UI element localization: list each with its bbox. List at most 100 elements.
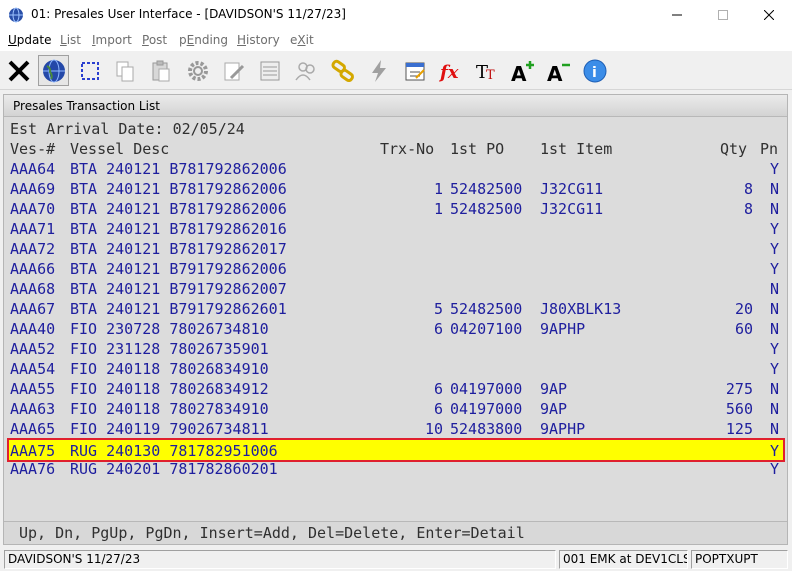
cell-ves: AAA76 — [10, 460, 56, 478]
panel-header: Presales Transaction List — [4, 95, 787, 117]
table-row[interactable]: AAA67 BTA 240121 B791792862601 5 52482500 J8… — [4, 299, 787, 319]
cell-ves: AAA52 — [10, 340, 56, 358]
menu-exit[interactable]: eXit — [290, 33, 314, 47]
calendar-button[interactable] — [399, 55, 430, 86]
select-rect-button[interactable] — [74, 55, 105, 86]
lightning-icon — [371, 59, 386, 82]
cell-desc: FIO 240118 78026834910 — [70, 360, 269, 378]
menu-list[interactable]: List — [60, 33, 81, 47]
cell-po: 52482500 — [450, 180, 523, 198]
table-row[interactable]: AAA66 BTA 240121 B791792862006 Y — [4, 259, 787, 279]
arrival-date-value: 02/05/24 — [172, 120, 245, 138]
table-row[interactable]: AAA55 FIO 240118 78026834912 6 04197000 9AP 2… — [4, 379, 787, 399]
table-row[interactable]: AAA68 BTA 240121 B791792862007 N — [4, 279, 787, 299]
cell-pn: Y — [770, 340, 780, 358]
link-button[interactable] — [327, 55, 358, 86]
font-shrink-icon: A — [547, 62, 570, 84]
help-button[interactable]: i — [579, 55, 610, 86]
cell-ves: AAA75 — [10, 442, 56, 460]
key-hint-bar: Up, Dn, PgUp, PgDn, Insert=Add, Del=Dele… — [4, 521, 787, 544]
cell-trx: 6 — [433, 400, 443, 418]
cell-desc: FIO 231128 78026735901 — [70, 340, 269, 358]
cell-item: 9AP — [540, 380, 568, 398]
cell-item: J80XBLK13 — [540, 300, 622, 318]
arrival-date-label: Est Arrival Date: — [10, 120, 164, 138]
table-row[interactable]: AAA52 FIO 231128 78026735901 Y — [4, 339, 787, 359]
cell-desc: BTA 240121 B781792862006 — [70, 160, 287, 178]
cell-qty: 275 — [725, 380, 753, 398]
table-row[interactable]: AAA69 BTA 240121 B781792862006 1 52482500 J3… — [4, 179, 787, 199]
cell-desc: BTA 240121 B791792862006 — [70, 260, 287, 278]
font-grow-button[interactable]: A — [507, 55, 538, 86]
cell-pn: Y — [770, 260, 780, 278]
cell-ves: AAA64 — [10, 160, 56, 178]
cell-ves: AAA68 — [10, 280, 56, 298]
svg-text:A: A — [547, 62, 563, 84]
table-row[interactable]: AAA72 BTA 240121 B781792862017 Y — [4, 239, 787, 259]
list-button[interactable] — [254, 55, 285, 86]
globe-button[interactable] — [38, 55, 69, 86]
maximize-icon — [718, 10, 728, 20]
panel-title: Presales Transaction List — [13, 99, 160, 113]
svg-text:A: A — [511, 62, 527, 84]
table-row[interactable]: AAA65 FIO 240119 79026734811 10 52483800 9AP… — [4, 419, 787, 439]
font-size-icon: TT — [476, 62, 495, 83]
cell-ves: AAA71 — [10, 220, 56, 238]
tools-icon — [8, 60, 29, 81]
app-globe-icon — [9, 7, 23, 23]
font-shrink-button[interactable]: A — [543, 55, 574, 86]
cell-ves: AAA63 — [10, 400, 56, 418]
menu-update[interactable]: Update — [8, 33, 51, 47]
cell-qty: 8 — [743, 180, 753, 198]
cell-pn: N — [770, 200, 780, 218]
cell-item: J32CG11 — [540, 180, 604, 198]
copy-button[interactable] — [109, 55, 140, 86]
cell-item: 9APHP — [540, 320, 586, 338]
function-icon: fx — [438, 62, 459, 83]
table-row[interactable]: AAA54 FIO 240118 78026834910 Y — [4, 359, 787, 379]
status-bar: DAVIDSON'S 11/27/23 001 EMK at DEV1CLS P… — [0, 548, 792, 571]
table-row[interactable]: AAA76 RUG 240201 781782860201 Y — [4, 459, 787, 479]
title-bar: 01: Presales User Interface - [DAVIDSON'… — [0, 0, 792, 30]
cell-qty: 560 — [725, 400, 753, 418]
menu-history[interactable]: History — [237, 33, 280, 47]
col-header-qty: Qty — [720, 140, 748, 158]
cell-pn: Y — [770, 360, 780, 378]
cell-pn: N — [770, 400, 780, 418]
close-button[interactable] — [746, 0, 792, 30]
cell-desc: RUG 240130 781782951006 — [70, 442, 278, 460]
col-header-trx: Trx-No — [380, 140, 435, 158]
users-button[interactable] — [290, 55, 321, 86]
table-row[interactable]: AAA40 FIO 230728 78026734810 6 04207100 9APH… — [4, 319, 787, 339]
users-icon — [294, 61, 315, 80]
table-row[interactable]: AAA71 BTA 240121 B781792862016 Y — [4, 219, 787, 239]
table-row[interactable]: AAA63 FIO 240118 78027834910 6 04197000 9AP 5… — [4, 399, 787, 419]
paste-icon — [152, 60, 169, 81]
settings-button[interactable] — [182, 55, 213, 86]
cell-po: 52482500 — [450, 200, 523, 218]
cell-item: J32CG11 — [540, 200, 604, 218]
maximize-button[interactable] — [700, 0, 746, 30]
cell-desc: BTA 240121 B791792862007 — [70, 280, 287, 298]
cell-ves: AAA66 — [10, 260, 56, 278]
minimize-button[interactable] — [654, 0, 700, 30]
cell-desc: BTA 240121 B781792862006 — [70, 200, 287, 218]
function-button[interactable]: fx — [435, 55, 466, 86]
cell-ves: AAA67 — [10, 300, 56, 318]
cell-qty: 8 — [743, 200, 753, 218]
lightning-button[interactable] — [363, 55, 394, 86]
link-icon — [330, 59, 354, 82]
tools-button[interactable] — [3, 55, 34, 86]
menu-post[interactable]: Post — [142, 33, 167, 47]
menu-pending[interactable]: pEnding — [179, 33, 228, 47]
edit-button[interactable] — [218, 55, 249, 86]
cell-pn: Y — [770, 160, 780, 178]
table-row[interactable]: AAA64 BTA 240121 B781792862006 Y — [4, 159, 787, 179]
paste-button[interactable] — [145, 55, 176, 86]
cell-po: 04207100 — [450, 320, 523, 338]
font-size-button[interactable]: TT — [471, 55, 502, 86]
table-row[interactable]: AAA70 BTA 240121 B781792862006 1 52482500 J3… — [4, 199, 787, 219]
cell-po: 04197000 — [450, 400, 523, 418]
menu-import[interactable]: Import — [92, 33, 132, 47]
cell-pn: Y — [770, 220, 780, 238]
